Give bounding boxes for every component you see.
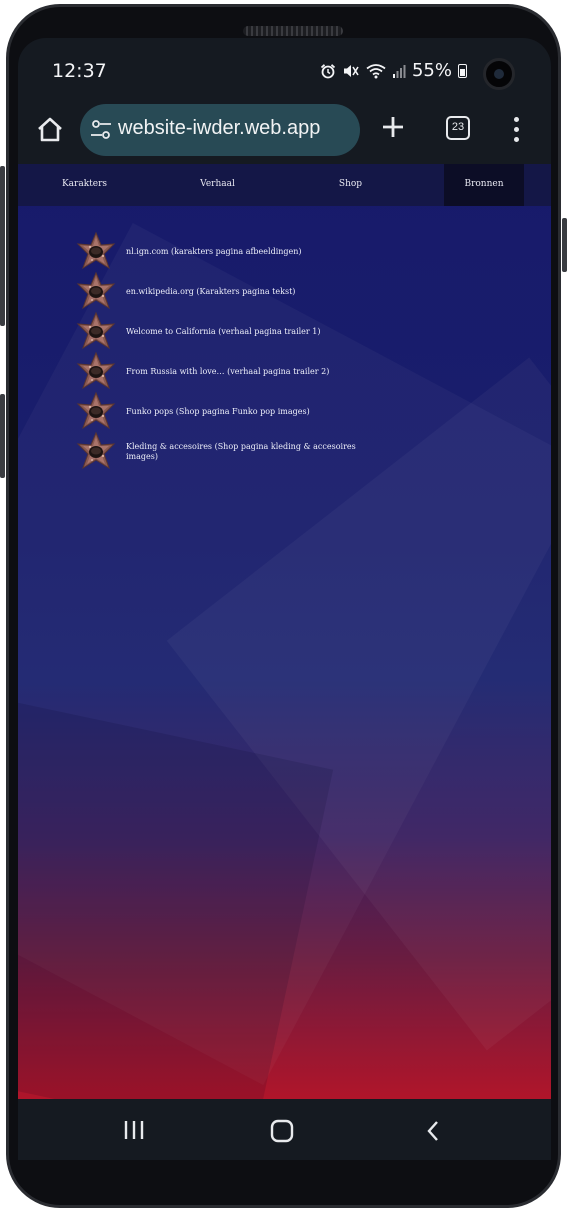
home-nav-icon[interactable] [270, 1119, 294, 1143]
site-navigation: Karakters Verhaal Shop Bronnen [18, 164, 551, 206]
source-list-item: From Russia with love… (verhaal pagina t… [72, 351, 372, 392]
battery-percent: 55% [411, 60, 452, 81]
source-text: Kleding & accesoires (Shop pagina kledin… [126, 442, 356, 461]
system-navigation-bar [18, 1099, 551, 1160]
site-settings-icon[interactable] [90, 119, 112, 141]
source-text: nl.ign.com (karakters pagina afbeeldinge… [126, 247, 302, 256]
back-icon[interactable] [422, 1119, 444, 1143]
phone-screen: 12:37 55% website-iwder.web.app 23 Karak… [18, 38, 551, 1160]
nav-bronnen[interactable]: Bronnen [444, 164, 524, 206]
source-list-item: nl.ign.com (karakters pagina afbeeldinge… [72, 231, 372, 272]
source-text: Funko pops (Shop pagina Funko pop images… [126, 407, 310, 416]
alarm-icon [320, 63, 336, 78]
nav-verhaal[interactable]: Verhaal [151, 164, 284, 206]
url-text[interactable]: website-iwder.web.app [118, 117, 320, 140]
address-bar[interactable]: website-iwder.web.app [80, 104, 360, 156]
sources-list: nl.ign.com (karakters pagina afbeeldinge… [72, 231, 372, 472]
webpage-content: Karakters Verhaal Shop Bronnen nl.ign.co… [18, 164, 551, 1099]
recents-icon[interactable] [122, 1119, 146, 1141]
status-icons: 55% [320, 60, 467, 81]
demogorgon-flower-icon [72, 231, 120, 272]
source-text: en.wikipedia.org (Karakters pagina tekst… [126, 287, 296, 296]
source-text: Welcome to California (verhaal pagina tr… [126, 327, 321, 336]
source-list-item: Kleding & accesoires (Shop pagina kledin… [72, 431, 372, 472]
demogorgon-flower-icon [72, 391, 120, 432]
status-time: 12:37 [52, 60, 107, 82]
source-text: From Russia with love… (verhaal pagina t… [126, 367, 330, 376]
nav-shop[interactable]: Shop [284, 164, 417, 206]
demogorgon-flower-icon [72, 311, 120, 352]
source-list-item: Welcome to California (verhaal pagina tr… [72, 311, 372, 352]
new-tab-icon[interactable] [378, 112, 408, 142]
tabs-icon[interactable]: 23 [446, 116, 470, 140]
power-button [562, 218, 567, 272]
nav-karakters[interactable]: Karakters [18, 164, 151, 206]
demogorgon-flower-icon [72, 431, 120, 472]
volume-button [0, 166, 5, 326]
more-menu-icon[interactable] [512, 114, 520, 144]
battery-icon [458, 63, 467, 78]
bixby-button [0, 394, 5, 478]
status-bar: 12:37 55% [18, 38, 551, 100]
source-list-item: en.wikipedia.org (Karakters pagina tekst… [72, 271, 372, 312]
source-list-item: Funko pops (Shop pagina Funko pop images… [72, 391, 372, 432]
wifi-icon [366, 63, 386, 78]
demogorgon-flower-icon [72, 351, 120, 392]
home-icon[interactable] [32, 112, 68, 148]
signal-icon [392, 64, 406, 78]
speaker-grille [243, 26, 343, 36]
front-camera [483, 58, 515, 90]
mute-icon [343, 64, 359, 77]
demogorgon-flower-icon [72, 271, 120, 312]
browser-toolbar: website-iwder.web.app 23 [18, 100, 551, 164]
